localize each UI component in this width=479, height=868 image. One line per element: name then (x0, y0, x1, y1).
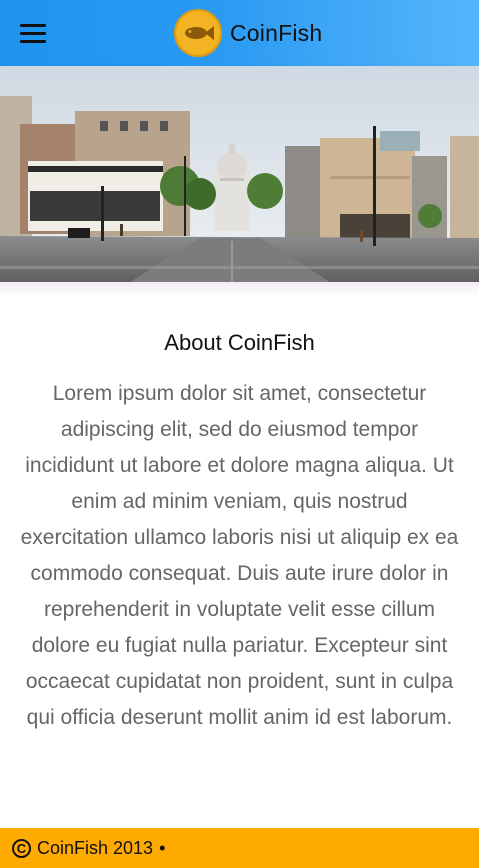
app-header: CoinFish (0, 0, 479, 66)
hamburger-menu-icon[interactable] (20, 23, 46, 43)
menu-bar (20, 24, 46, 27)
fish-coin-logo-icon (174, 9, 222, 57)
hero-image (0, 66, 479, 282)
about-body-text: Lorem ipsum dolor sit amet, consectetur … (20, 382, 459, 729)
footer: C CoinFish 2013 • (0, 828, 479, 868)
footer-separator: • (159, 837, 166, 858)
brand-name: CoinFish (230, 19, 323, 46)
copyright-icon: C (12, 838, 31, 858)
page: CoinFish About CoinFish Lorem ipsum dolo… (0, 0, 479, 868)
hero-shadow (0, 282, 479, 296)
about-title: About CoinFish (164, 330, 315, 355)
menu-bar (20, 32, 46, 35)
brand-link[interactable]: CoinFish (174, 9, 322, 57)
footer-text: CoinFish 2013 (37, 837, 154, 858)
menu-bar (20, 40, 46, 43)
